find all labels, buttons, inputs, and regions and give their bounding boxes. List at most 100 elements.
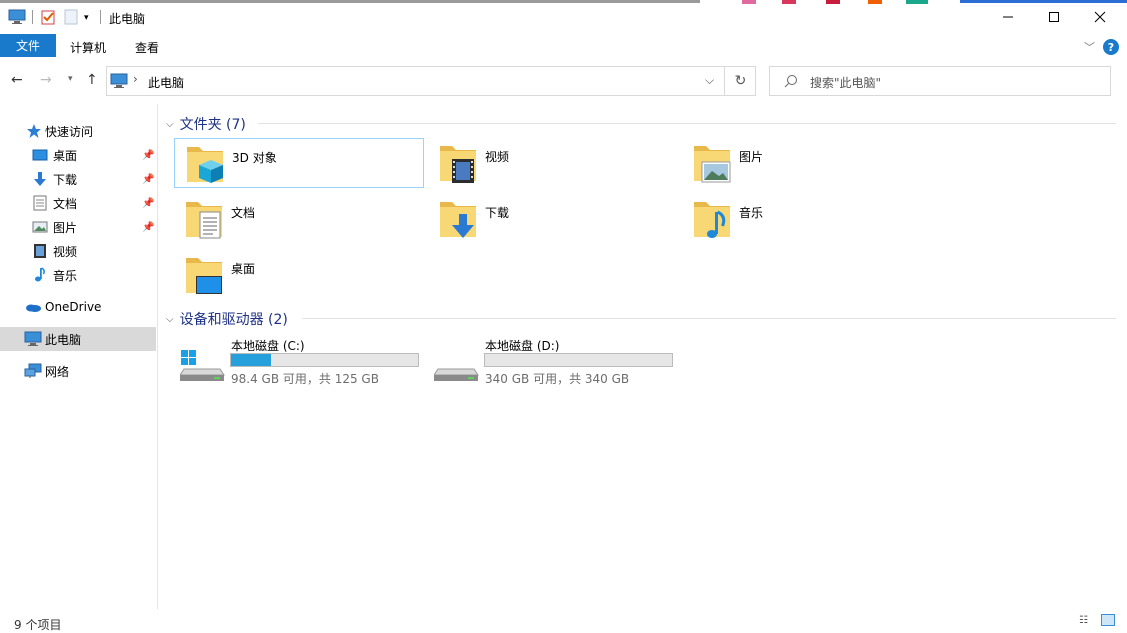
tab-file[interactable]: 文件 [0,34,56,57]
sidebar-item-music[interactable]: 音乐 [0,263,156,287]
drive-c[interactable]: 本地磁盘 (C:) 98.4 GB 可用，共 125 GB [174,337,424,387]
folder-documents[interactable]: 文档 [174,194,424,244]
sidebar-item-network[interactable]: 网络 [0,359,156,383]
help-button[interactable]: ? [1103,39,1119,55]
chevron-right-icon[interactable]: › [133,72,138,86]
sidebar-item-desktop[interactable]: 桌面 📌 [0,143,156,167]
folder-3d-objects[interactable]: 3D 对象 [174,138,424,188]
drive-usage-fill [231,354,271,366]
document-icon [32,195,48,211]
decor-mark [868,0,882,4]
back-icon[interactable]: ← [11,72,23,88]
tab-view[interactable]: 查看 [135,39,159,56]
sidebar-item-label: 音乐 [53,268,78,283]
3d-objects-folder-icon [187,147,223,183]
new-folder-icon[interactable] [64,9,78,28]
divider [302,318,1116,319]
folder-videos[interactable]: 视频 [428,138,678,188]
cloud-icon [24,299,41,315]
video-icon [32,243,48,259]
sidebar-item-videos[interactable]: 视频 [0,239,156,263]
folder-label: 视频 [485,150,510,164]
sidebar-item-label: 网络 [45,364,70,379]
customize-quick-access-icon[interactable]: ▾ [84,13,89,23]
search-icon [784,74,798,91]
pin-icon: 📌 [142,221,155,233]
separator [32,10,33,24]
drive-usage-bar [484,353,673,367]
folder-pictures[interactable]: 图片 [682,138,932,188]
sidebar-item-onedrive[interactable]: OneDrive [0,295,156,319]
computer-icon[interactable] [8,9,26,28]
folder-desktop[interactable]: 桌面 [174,250,424,300]
documents-folder-icon [186,202,222,239]
sidebar-item-label: 文档 [53,196,78,211]
up-icon[interactable]: ↑ [86,72,98,88]
sidebar-item-this-pc[interactable]: 此电脑 [0,327,156,351]
folder-music[interactable]: 音乐 [682,194,932,244]
close-button[interactable] [1077,0,1123,34]
download-icon [32,171,48,187]
folder-label: 音乐 [739,206,764,220]
sidebar-item-pictures[interactable]: 图片 📌 [0,215,156,239]
chevron-down-icon: ⌵ [166,118,174,130]
pin-icon: 📌 [142,197,155,209]
search-input[interactable]: 搜索"此电脑" [810,74,881,91]
sidebar-item-label: 视频 [53,244,78,259]
folder-label: 下载 [485,206,510,220]
computer-icon [110,73,128,92]
pictures-folder-icon [694,146,731,183]
sidebar-item-quick-access[interactable]: 快速访问 [0,119,156,143]
sidebar-item-label: 此电脑 [45,332,82,347]
drive-name: 本地磁盘 (C:) [231,339,305,353]
expand-ribbon-icon[interactable]: ﹀ [1084,39,1095,55]
properties-icon[interactable] [40,9,56,28]
maximize-icon [1049,12,1059,22]
drives-heading: 设备和驱动器 (2) [179,312,288,328]
drive-space: 340 GB 可用，共 340 GB [485,372,630,386]
sidebar-item-label: 下载 [53,172,78,187]
sidebar-item-downloads[interactable]: 下载 📌 [0,167,156,191]
sidebar-item-documents[interactable]: 文档 📌 [0,191,156,215]
large-icons-view-icon[interactable] [1101,614,1115,626]
network-icon [24,363,42,379]
recent-locations-icon[interactable]: ▾ [68,74,73,84]
downloads-folder-icon [440,202,476,238]
navigation-bar: ← → ▾ ↑ › 此电脑 ⌵ ↻ 搜索"此电脑" [0,58,1127,104]
address-dropdown-icon[interactable]: ⌵ [705,73,714,88]
music-icon [32,267,48,283]
refresh-icon[interactable]: ↻ [724,67,756,95]
address-bar[interactable]: › 此电脑 ⌵ ↻ [106,66,756,96]
sidebar-item-label: 图片 [53,220,78,235]
maximize-button[interactable] [1031,0,1077,34]
folder-label: 3D 对象 [232,151,277,165]
drive-name: 本地磁盘 (D:) [485,339,560,353]
folder-downloads[interactable]: 下载 [428,194,678,244]
address-path[interactable]: 此电脑 [148,74,184,91]
folder-label: 桌面 [231,262,256,276]
picture-icon [32,219,48,235]
sidebar-item-label: OneDrive [45,300,102,314]
status-bar: 9 个项目 ☷ [0,609,1127,632]
folders-heading: 文件夹 (7) [179,117,246,133]
ribbon: 文件 计算机 查看 ﹀ ? [0,34,1127,58]
windows-drive-icon [180,350,225,381]
tab-computer[interactable]: 计算机 [70,39,106,56]
details-view-icon[interactable]: ☷ [1079,615,1088,626]
decor-mark [782,0,796,4]
forward-icon[interactable]: → [40,72,52,88]
star-icon [26,123,42,139]
drive-d[interactable]: 本地磁盘 (D:) 340 GB 可用，共 340 GB [428,337,678,387]
videos-folder-icon [440,146,476,183]
minimize-button[interactable] [985,0,1031,34]
pin-icon: 📌 [142,149,155,161]
folder-label: 文档 [231,206,256,220]
desktop-folder-icon [186,258,222,294]
drive-space: 98.4 GB 可用，共 125 GB [231,372,379,386]
folders-group-header[interactable]: ⌵ 文件夹 (7) [166,114,246,134]
search-box[interactable]: 搜索"此电脑" [769,66,1111,96]
title-bar: ▾ 此电脑 [0,0,1127,34]
decor-mark [906,0,928,4]
drives-group-header[interactable]: ⌵ 设备和驱动器 (2) [166,309,288,329]
navigation-pane: 快速访问 桌面 📌 下载 📌 文档 📌 图片 📌 视频 音乐 OneDrive … [0,104,158,609]
